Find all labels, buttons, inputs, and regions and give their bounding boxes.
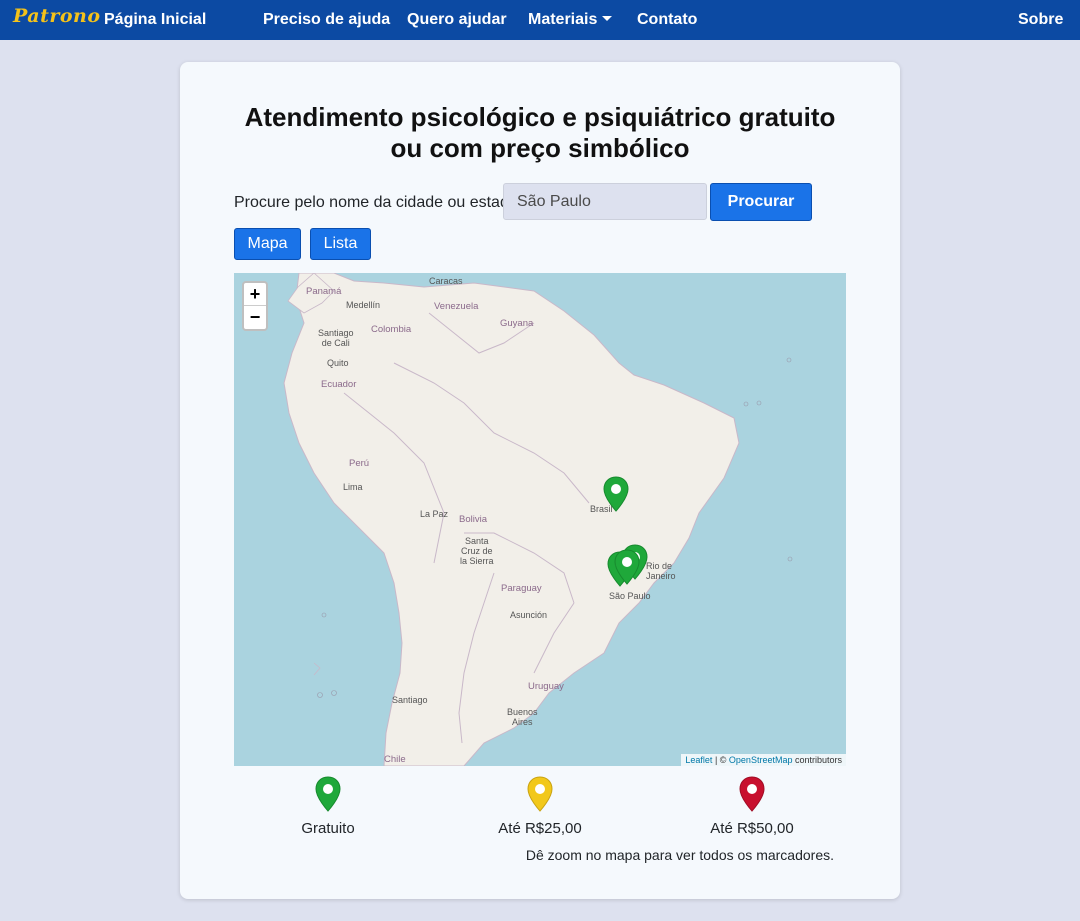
map-label-sao-paulo: São Paulo xyxy=(609,591,651,601)
zoom-in-button[interactable]: + xyxy=(244,283,266,306)
osm-link[interactable]: OpenStreetMap xyxy=(729,755,793,765)
map-label-chile: Chile xyxy=(384,754,406,765)
map-zoom-control: + − xyxy=(242,281,268,331)
navbar: Patrono Página Inicial Preciso de ajuda … xyxy=(0,0,1080,40)
nav-need-help[interactable]: Preciso de ajuda xyxy=(263,11,390,29)
map-label-venezuela: Venezuela xyxy=(434,301,479,312)
map-label-bolivia: Bolivia xyxy=(459,514,487,525)
map-label-asuncion: Asunción xyxy=(510,610,548,620)
map-label-caracas: Caracas xyxy=(429,276,463,286)
list-view-button[interactable]: Lista xyxy=(310,228,371,260)
map-marker-free-brasilia[interactable] xyxy=(603,476,629,512)
attribution-separator: | © xyxy=(712,755,729,765)
attribution-tail: contributors xyxy=(792,755,842,765)
nav-contact[interactable]: Contato xyxy=(637,11,697,29)
map-label-rio-de-janeiro: Rio de Janeiro xyxy=(646,561,676,581)
map-label-uruguay: Uruguay xyxy=(528,681,564,692)
zoom-out-button[interactable]: − xyxy=(244,306,266,329)
legend-50-label: Até R$50,00 xyxy=(710,820,794,837)
map-label-santiago-cali: Santiago de Cali xyxy=(318,328,354,348)
map-label-paraguay: Paraguay xyxy=(501,583,542,594)
zoom-hint: Dê zoom no mapa para ver todos os marcad… xyxy=(525,847,834,863)
yellow-marker-icon xyxy=(527,776,553,812)
map-attribution: Leaflet | © OpenStreetMap contributors xyxy=(681,754,846,766)
map-view-button[interactable]: Mapa xyxy=(234,228,301,260)
map-label-panama: Panamá xyxy=(306,286,342,297)
map-marker-free-sp-2[interactable] xyxy=(614,549,640,585)
map-label-medellin: Medellín xyxy=(346,300,381,310)
main-card: Atendimento psicológico e psiquiátrico g… xyxy=(180,62,900,899)
legend-25: Até R$25,00 xyxy=(470,776,610,837)
map-label-santa-cruz: Santa Cruz de la Sierra xyxy=(460,536,494,566)
red-marker-icon xyxy=(739,776,765,812)
nav-about[interactable]: Sobre xyxy=(1018,11,1063,29)
map-label-peru: Perú xyxy=(349,458,370,469)
legend-25-label: Até R$25,00 xyxy=(498,820,582,837)
nav-want-help[interactable]: Quero ajudar xyxy=(407,11,507,29)
map-label-colombia: Colombia xyxy=(371,324,412,335)
search-input[interactable] xyxy=(503,183,707,220)
map-label-guyana: Guyana xyxy=(500,318,534,329)
nav-materials-dropdown[interactable]: Materiais xyxy=(528,11,613,29)
search-label: Procure pelo nome da cidade ou estado: xyxy=(234,194,523,211)
page-title: Atendimento psicológico e psiquiátrico g… xyxy=(244,102,836,163)
map-view[interactable]: Panamá Caracas Medellín Venezuela Guyana… xyxy=(234,273,846,766)
map-label-la-paz: La Paz xyxy=(420,509,449,519)
map-label-ecuador: Ecuador xyxy=(321,379,357,390)
map-label-buenos-aires: Buenos Aires xyxy=(507,707,538,727)
nav-materials-label: Materiais xyxy=(528,11,598,28)
leaflet-link[interactable]: Leaflet xyxy=(685,755,712,765)
map-label-quito: Quito xyxy=(327,358,349,368)
brand-logo[interactable]: Patrono xyxy=(13,5,101,27)
green-marker-icon xyxy=(315,776,341,812)
legend-50: Até R$50,00 xyxy=(682,776,822,837)
chevron-down-icon xyxy=(602,16,613,21)
search-button[interactable]: Procurar xyxy=(710,183,812,221)
map-label-lima: Lima xyxy=(343,482,363,492)
legend-free-label: Gratuito xyxy=(301,820,355,837)
nav-home[interactable]: Página Inicial xyxy=(104,11,206,29)
map-label-santiago: Santiago xyxy=(392,695,428,705)
legend-free: Gratuito xyxy=(258,776,398,837)
